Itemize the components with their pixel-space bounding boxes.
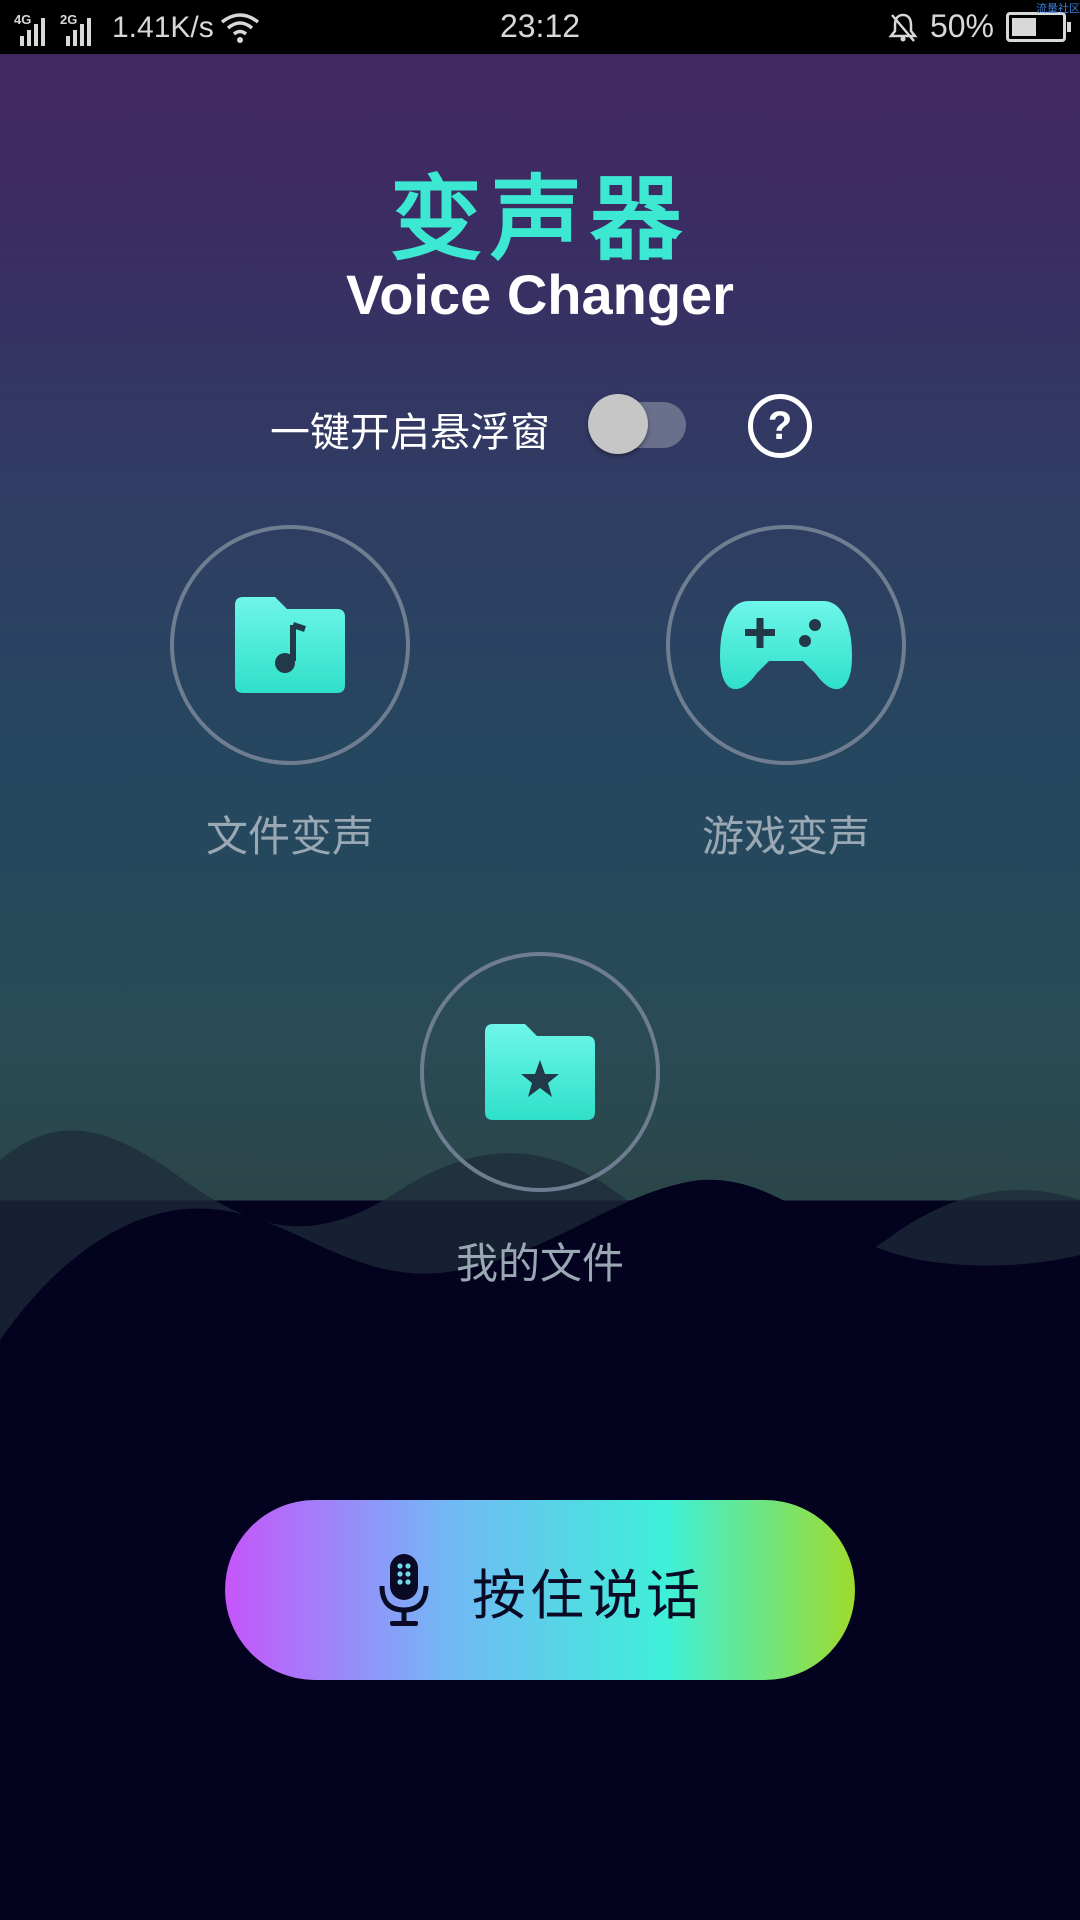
toggle-knob [588, 394, 648, 454]
help-button[interactable]: ? [748, 394, 812, 458]
float-window-toggle[interactable] [588, 394, 686, 454]
file-voice-change-button[interactable]: 文件变声 [170, 525, 410, 864]
app-title-chinese: 变声器 [389, 166, 690, 273]
microphone-icon [379, 1554, 429, 1626]
file-voice-change-circle[interactable] [170, 525, 410, 765]
file-voice-change-label: 文件变声 [205, 812, 374, 861]
status-bar: 4G 2G 1.41K/s 23:12 50% 流量社区 [0, 0, 1080, 54]
notification-muted-icon [888, 13, 918, 42]
game-voice-change-button[interactable]: 游戏变声 [666, 525, 906, 864]
my-files-circle[interactable] [420, 952, 660, 1192]
push-to-talk-button[interactable]: 按住说话 [225, 1500, 855, 1680]
game-voice-change-circle[interactable] [666, 525, 906, 765]
battery-icon [1006, 11, 1071, 42]
game-voice-change-label: 游戏变声 [701, 812, 870, 861]
push-to-talk-label: 按住说话 [472, 1563, 704, 1627]
my-files-label: 我的文件 [455, 1239, 624, 1288]
music-folder-icon [235, 597, 345, 693]
my-files-button[interactable]: 我的文件 [420, 952, 660, 1291]
app-title-english: Voice Changer [346, 263, 734, 326]
battery-percent: 50% [929, 8, 994, 44]
gamepad-icon [720, 601, 852, 690]
float-window-label: 一键开启悬浮窗 [270, 410, 550, 456]
corner-watermark: 流量社区 [1036, 3, 1080, 15]
star-folder-icon [485, 1024, 595, 1120]
